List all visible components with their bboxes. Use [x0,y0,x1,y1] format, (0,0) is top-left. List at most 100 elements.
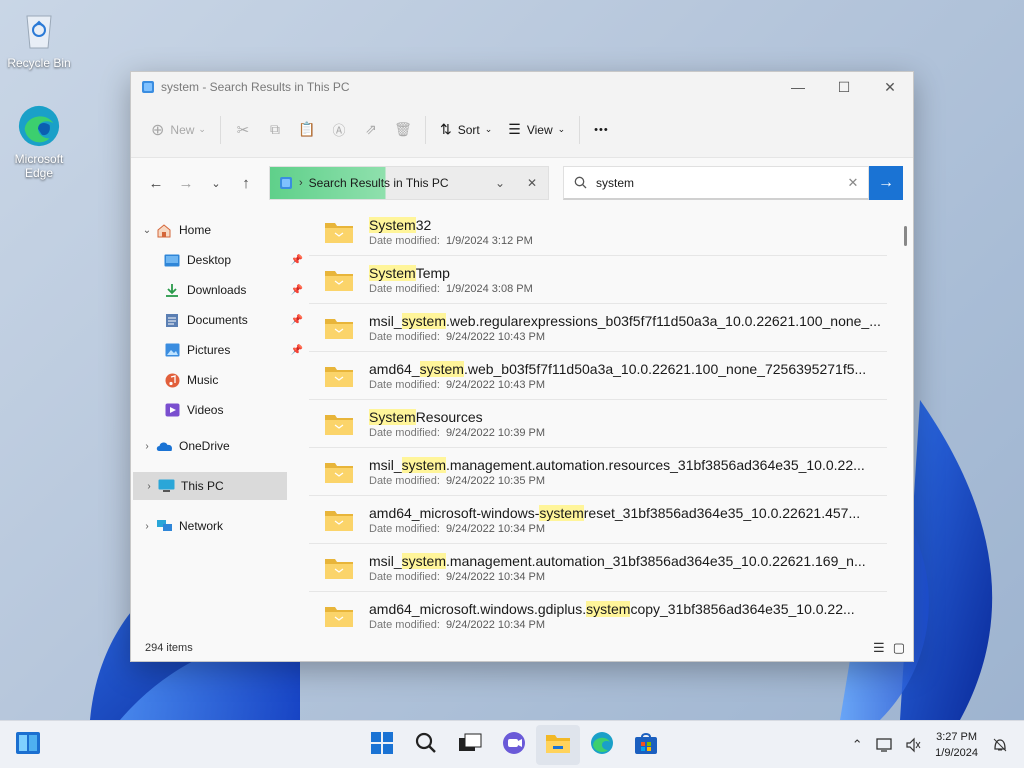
sort-icon: ⇅ [439,121,452,137]
cut-button[interactable]: ✂ [227,114,259,146]
sidebar-item-downloads[interactable]: Downloads 📌 [131,276,307,304]
folder-icon [309,364,369,388]
widgets-button[interactable] [6,725,50,765]
date-modified-label: Date modified: [369,331,440,343]
search-highlight: system [586,601,631,617]
sidebar-item-this-pc[interactable]: › This PC [133,472,287,500]
store-button[interactable] [624,725,668,765]
address-clear-button[interactable]: ✕ [516,167,548,199]
vertical-scrollbar[interactable] [903,214,907,634]
sidebar-item-network[interactable]: › Network [131,512,307,540]
scrollbar-thumb[interactable] [904,226,907,246]
file-explorer-button[interactable] [536,724,580,765]
result-name-prefix: amd64_ [369,361,420,377]
share-button[interactable]: ⇗ [355,114,387,146]
result-name: System32... [369,216,887,234]
sidebar-item-label: Desktop [187,253,232,267]
clock[interactable]: 3:27 PM 1/9/2024 [935,729,978,761]
breadcrumb[interactable]: Search Results in This PC [309,176,484,190]
breadcrumb-chevron-icon: › [299,177,303,189]
close-button[interactable]: ✕ [867,72,913,102]
sidebar-item-videos[interactable]: Videos [131,396,307,424]
search-go-button[interactable]: → [869,166,903,200]
pin-icon[interactable]: 📌 [291,315,303,326]
show-hidden-icons-button[interactable]: ⌃ [843,737,871,753]
command-bar: ⊕ New ⌄ ✂ ⧉ 📋 Ⓐ ⇗ 🗑 ⇅ Sort ⌄ ☰ View ⌄ ••… [131,102,913,158]
result-name: msil_system.management.automation.resour… [369,456,887,474]
sidebar-item-documents[interactable]: Documents 📌 [131,306,307,334]
network-tray-icon[interactable] [871,737,899,753]
start-button[interactable] [360,725,404,765]
date-modified-label: Date modified: [369,283,440,295]
result-row[interactable]: SystemResources...Date modified: 9/24/202… [309,400,887,448]
copy-icon: ⧉ [269,121,280,137]
result-row[interactable]: amd64_microsoft.windows.gdiplus.systemco… [309,592,887,635]
result-meta: Date modified: 9/24/2022 10:34 PM [369,571,887,583]
sidebar-item-pictures[interactable]: Pictures 📌 [131,336,307,364]
date-modified-value: 9/24/2022 10:34 PM [445,619,546,631]
date-modified-label: Date modified: [369,235,440,247]
maximize-button[interactable]: ☐ [821,72,867,102]
task-view-button[interactable] [448,725,492,765]
desktop-icon-edge[interactable]: Microsoft Edge [1,104,77,180]
result-row[interactable]: msil_system.web.regularexpressions_b03f5… [309,304,887,352]
sort-button[interactable]: ⇅ Sort ⌄ [432,114,500,146]
address-row: ← → ⌄ ↑ › Search Results in This PC ⌄ ✕ … [131,158,913,208]
recent-locations-button[interactable]: ⌄ [201,168,231,198]
result-row[interactable]: amd64_microsoft-windows-systemreset_31bf… [309,496,887,544]
documents-icon [163,312,181,328]
result-meta: Date modified: 1/9/2024 3:12 PM [369,235,887,247]
pin-icon[interactable]: 📌 [291,345,303,356]
view-button[interactable]: ☰ View ⌄ [500,114,573,146]
desktop-icon-recycle-bin[interactable]: Recycle Bin [1,8,77,70]
minimize-button[interactable]: — [775,72,821,102]
pin-icon[interactable]: 📌 [291,285,303,296]
sidebar-item-home[interactable]: ⌄ Home [131,216,307,244]
date-modified-value: 1/9/2024 3:12 PM [445,235,533,247]
volume-icon[interactable] [899,737,927,753]
paste-button[interactable]: 📋 [291,114,323,146]
rename-icon: Ⓐ [332,123,346,138]
edge-button[interactable] [580,725,624,765]
address-bar[interactable]: › Search Results in This PC ⌄ ✕ [269,166,549,200]
result-row[interactable]: msil_system.management.automation.resour… [309,448,887,496]
result-row[interactable]: msil_system.management.automation_31bf38… [309,544,887,592]
result-name: amd64_system.web_b03f5f7f11d50a3a_10.0.2… [369,360,887,378]
search-clear-button[interactable]: ✕ [838,175,868,191]
arrow-right-icon: → [878,174,894,191]
sidebar-item-onedrive[interactable]: › OneDrive [131,432,307,460]
sidebar-item-music[interactable]: Music [131,366,307,394]
pin-icon[interactable]: 📌 [291,255,303,266]
address-dropdown-button[interactable]: ⌄ [484,167,516,199]
file-explorer-window: system - Search Results in This PC — ☐ ✕… [130,71,914,662]
result-row[interactable]: SystemTemp...Date modified: 1/9/2024 3:08… [309,256,887,304]
search-input[interactable] [596,175,838,190]
forward-button[interactable]: → [171,168,201,198]
sidebar-item-desktop[interactable]: Desktop 📌 [131,246,307,274]
result-meta: Date modified: 9/24/2022 10:35 PM [369,475,887,487]
notifications-icon[interactable] [986,737,1014,753]
more-options-button[interactable]: ••• [586,114,617,146]
sidebar-item-label: Pictures [187,343,231,357]
new-button[interactable]: ⊕ New ⌄ [143,114,214,146]
chevron-right-icon[interactable]: › [139,521,155,532]
title-bar[interactable]: system - Search Results in This PC — ☐ ✕ [131,72,913,102]
details-view-icon[interactable]: ☰ [873,640,885,656]
result-row[interactable]: System32...Date modified: 1/9/2024 3:12 P… [309,208,887,256]
chevron-right-icon[interactable]: › [139,441,155,452]
search-box[interactable]: ✕ [563,166,869,200]
this-pc-icon [157,478,175,494]
copy-button[interactable]: ⧉ [259,114,291,146]
search-button[interactable] [404,725,448,765]
rename-button[interactable]: Ⓐ [323,114,355,146]
chat-button[interactable] [492,725,536,765]
back-button[interactable]: ← [141,168,171,198]
taskbar-center-apps [360,724,668,765]
tiles-view-icon[interactable]: ▢ [893,640,905,656]
delete-button[interactable]: 🗑 [387,114,419,146]
chevron-down-icon: ⌄ [198,124,206,134]
result-row[interactable]: amd64_system.web_b03f5f7f11d50a3a_10.0.2… [309,352,887,400]
chevron-right-icon[interactable]: › [141,481,157,492]
up-button[interactable]: ↑ [231,168,261,198]
chevron-down-icon[interactable]: ⌄ [139,225,155,236]
